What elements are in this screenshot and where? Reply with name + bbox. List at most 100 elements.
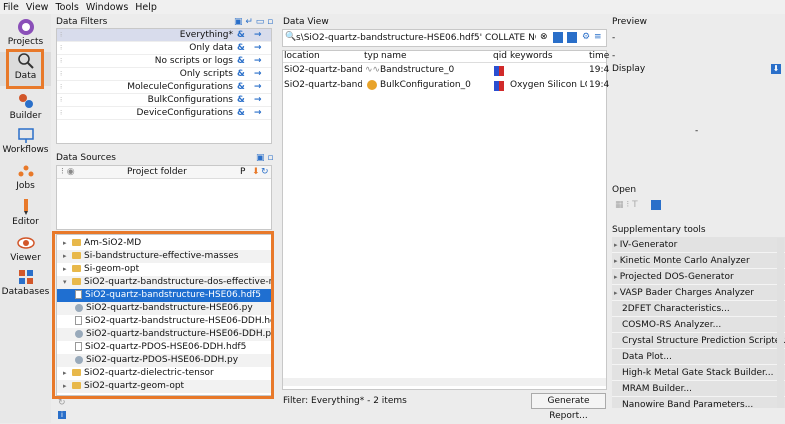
tool-item[interactable]: ▸ IV-Generator: [612, 237, 785, 253]
vertical-scrollbar[interactable]: [777, 238, 784, 408]
row-location: SiO2-quartz-band...: [284, 80, 362, 90]
tools-list-inner: ▸ IV-Generator ▸ Kinetic Monte Carlo Anal…: [612, 237, 785, 408]
data-filters-list: ⁝Everything*& → ✕ ⁝Only data& → ✕ ⁝No sc…: [56, 28, 272, 144]
tool-item[interactable]: ▸ VASP Bader Charges Analyzer: [612, 285, 785, 301]
query-input[interactable]: s\SiO2-quartz-bandstructure-HSE06.hdf5' …: [296, 33, 536, 43]
nav-builder[interactable]: Builder: [0, 92, 51, 126]
filter-actions[interactable]: & → ✕: [237, 55, 271, 67]
tool-label: VASP Bader Charges Analyzer: [619, 288, 754, 298]
sources-toolbar-icons[interactable]: ▣ ▫: [256, 153, 273, 163]
preview-title: Preview: [612, 17, 648, 27]
query-option-icon[interactable]: [567, 32, 577, 43]
nav-label: Workflows: [2, 145, 49, 155]
menu-help[interactable]: Help: [135, 2, 157, 13]
clear-query-icon[interactable]: ⊗: [540, 32, 548, 42]
data-view-table: [282, 50, 607, 390]
row-location: SiO2-quartz-band...: [284, 65, 362, 75]
nav-editor[interactable]: Editor: [0, 198, 51, 232]
filter-row[interactable]: ⁝Only data& → ✕: [57, 42, 271, 55]
table-row[interactable]: SiO2-quartz-band... ∿∿ Bandstructure_0 1…: [283, 64, 610, 78]
workflows-icon: [17, 128, 34, 143]
preview-dash: -: [612, 51, 616, 61]
data-filters-title: Data Filters: [56, 17, 108, 27]
menu-file[interactable]: File: [3, 2, 19, 13]
filter-actions[interactable]: & → ✕: [237, 81, 271, 93]
tool-label: Nanowire Band Parameters...: [622, 400, 754, 408]
expand-down-icon[interactable]: ⬇: [771, 64, 781, 74]
filter-actions[interactable]: & → ✕: [237, 42, 271, 54]
nav-workflows[interactable]: Workflows: [0, 126, 51, 160]
row-time: 19:4: [589, 80, 610, 90]
filter-row[interactable]: ⁝No scripts or logs& → ✕: [57, 55, 271, 68]
filter-row[interactable]: ⁝Everything*& → ✕: [57, 29, 271, 42]
query-option-icon[interactable]: [553, 32, 563, 43]
tool-label: Projected DOS-Generator: [619, 272, 734, 282]
refresh-tree-icon[interactable]: ↻: [58, 398, 66, 408]
menu-bar: File View Tools Windows Help: [0, 0, 785, 14]
tool-label: 2DFET Characteristics...: [622, 304, 730, 314]
row-name: BulkConfiguration_0: [380, 80, 471, 90]
tool-label: High-k Metal Gate Stack Builder...: [622, 368, 774, 378]
pin-icon[interactable]: ⬇: [252, 166, 260, 178]
tool-label: MRAM Builder...: [622, 384, 693, 394]
qid-icon: [494, 81, 504, 91]
row-time: 19:4: [589, 65, 610, 75]
refresh-icon[interactable]: ↻: [261, 166, 269, 178]
tool-label: Crystal Structure Prediction Scripter...: [622, 336, 785, 346]
filter-actions[interactable]: & → ✕: [237, 94, 271, 106]
tool-label: COSMO-RS Analyzer...: [622, 320, 722, 330]
menu-view[interactable]: View: [26, 2, 49, 13]
tool-item[interactable]: ▸ Projected DOS-Generator: [612, 269, 785, 285]
info-icon[interactable]: i: [58, 411, 66, 419]
tool-item[interactable]: MRAM Builder...: [612, 381, 785, 397]
filter-row[interactable]: ⁝Only scripts& → ✕: [57, 68, 271, 81]
settings-icon[interactable]: ⚙: [582, 32, 590, 42]
tool-item[interactable]: High-k Metal Gate Stack Builder...: [612, 365, 785, 381]
table-row[interactable]: SiO2-quartz-band... BulkConfiguration_0 …: [283, 79, 610, 93]
editor-icon: [23, 199, 28, 215]
supplementary-tools-title: Supplementary tools: [612, 225, 706, 235]
display-title: Display: [612, 64, 646, 74]
tool-item[interactable]: Nanowire Band Parameters...: [612, 397, 785, 408]
display-dash: -: [695, 126, 699, 136]
open-tools-icons[interactable]: ▦ ⁝ T: [615, 200, 638, 210]
file-tree-highlight: [52, 231, 274, 399]
settings-icon[interactable]: ⁝ ◉: [61, 166, 75, 178]
tool-label: Kinetic Monte Carlo Analyzer: [619, 256, 750, 266]
nav-label: Databases: [1, 287, 50, 297]
filter-row[interactable]: ⁝DeviceConfigurations& → ✕: [57, 107, 271, 120]
nav-viewer[interactable]: Viewer: [0, 234, 51, 268]
open-title: Open: [612, 185, 637, 195]
open-viewer-icon[interactable]: [651, 200, 661, 210]
tool-item[interactable]: Data Plot...: [612, 349, 785, 365]
generate-report-button[interactable]: Generate Report...: [531, 393, 606, 421]
tools-list: ▸ IV-Generator ▸ Kinetic Monte Carlo Anal…: [612, 237, 785, 408]
status-text: Filter: Everything* - 2 items: [283, 396, 407, 406]
filter-row[interactable]: ⁝MoleculeConfigurations& → ✕: [57, 81, 271, 94]
tool-item[interactable]: 2DFET Characteristics...: [612, 301, 785, 317]
filter-row[interactable]: ⁝BulkConfigurations& → ✕: [57, 94, 271, 107]
tool-item[interactable]: COSMO-RS Analyzer...: [612, 317, 785, 333]
search-icon: 🔍: [285, 32, 297, 42]
filters-toolbar-icons[interactable]: ▣ ↵ ▭ ▫: [234, 17, 273, 27]
filter-actions[interactable]: & → ✕: [237, 68, 271, 80]
header-divider: [283, 62, 606, 63]
nav-projects[interactable]: Projects: [0, 18, 51, 52]
data-nav-highlight: [6, 49, 44, 89]
menu-windows[interactable]: Windows: [86, 2, 128, 13]
filter-actions[interactable]: & → ✕: [237, 29, 271, 41]
nav-label: Projects: [7, 37, 44, 47]
nav-jobs[interactable]: Jobs: [0, 162, 51, 196]
jobs-icon: [18, 165, 33, 177]
nav-databases[interactable]: Databases: [0, 268, 51, 302]
tool-item[interactable]: Crystal Structure Prediction Scripter...: [612, 333, 785, 349]
menu-icon[interactable]: ≡: [594, 32, 602, 42]
qid-icon: [494, 66, 504, 76]
tool-label: Data Plot...: [622, 352, 672, 362]
nav-label: Viewer: [10, 253, 41, 263]
horizontal-scrollbar[interactable]: [283, 378, 606, 386]
data-view-title: Data View: [283, 17, 329, 27]
filter-actions[interactable]: & → ✕: [237, 107, 271, 119]
tool-item[interactable]: ▸ Kinetic Monte Carlo Analyzer: [612, 253, 785, 269]
menu-tools[interactable]: Tools: [55, 2, 78, 13]
